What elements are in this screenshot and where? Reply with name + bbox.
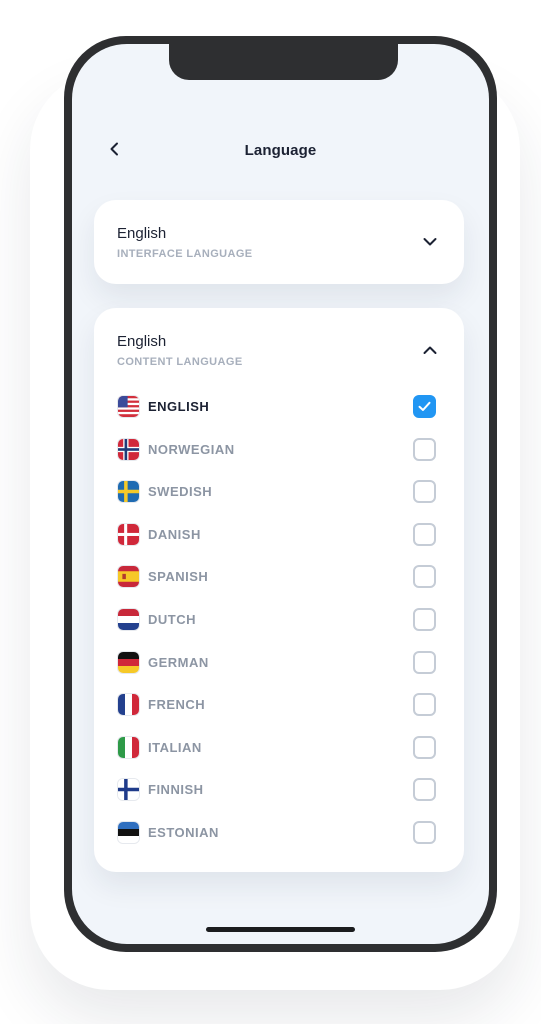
home-indicator: [206, 927, 355, 932]
chevron-up-icon: [423, 346, 437, 354]
language-checkbox[interactable]: [413, 565, 436, 589]
fr-flag-icon: [117, 693, 140, 717]
language-checkbox[interactable]: [413, 522, 436, 546]
interface-language-caption: INTERFACE LANGUAGE: [117, 248, 253, 260]
check-icon: [418, 401, 431, 411]
content-language-caption: CONTENT LANGUAGE: [117, 356, 243, 368]
phone-frame: Language English INTERFACE LANGUAGE Engl…: [64, 36, 497, 952]
page-title: Language: [244, 141, 317, 159]
se-flag-icon: [117, 480, 140, 504]
language-option-italian[interactable]: ITALIAN: [94, 727, 464, 770]
language-option-dutch[interactable]: DUTCH: [94, 599, 464, 642]
chevron-left-icon: [110, 142, 118, 156]
language-option-danish[interactable]: DANISH: [94, 514, 464, 557]
language-label: FRENCH: [148, 697, 206, 713]
ee-flag-icon: [117, 820, 140, 844]
language-label: NORWEGIAN: [148, 441, 235, 457]
language-checkbox[interactable]: [413, 437, 436, 461]
language-checkbox[interactable]: [413, 395, 436, 418]
language-label: SWEDISH: [148, 484, 213, 500]
language-list: ENGLISH NORWEGIAN SWEDISH DANISH SPANISH…: [94, 386, 464, 855]
de-flag-icon: [117, 650, 140, 674]
language-option-english[interactable]: ENGLISH: [94, 386, 464, 429]
language-checkbox[interactable]: [413, 480, 436, 504]
language-checkbox[interactable]: [413, 778, 436, 802]
chevron-down-icon: [423, 238, 437, 246]
content-language-select[interactable]: English CONTENT LANGUAGE: [94, 308, 464, 392]
language-checkbox[interactable]: [413, 650, 436, 674]
es-flag-icon: [117, 565, 140, 589]
language-label: DUTCH: [148, 611, 196, 627]
language-checkbox[interactable]: [413, 607, 436, 631]
language-option-swedish[interactable]: SWEDISH: [94, 471, 464, 514]
no-flag-icon: [117, 437, 140, 461]
dk-flag-icon: [117, 522, 140, 546]
language-label: ENGLISH: [148, 399, 210, 414]
language-checkbox[interactable]: [413, 735, 436, 759]
content-language-value: English: [117, 333, 167, 350]
language-label: ESTONIAN: [148, 824, 219, 840]
nl-flag-icon: [117, 607, 140, 631]
language-option-german[interactable]: GERMAN: [94, 642, 464, 685]
language-option-finnish[interactable]: FINNISH: [94, 769, 464, 812]
back-button[interactable]: [104, 138, 126, 160]
fi-flag-icon: [117, 778, 140, 802]
content-language-card: English CONTENT LANGUAGE ENGLISH NORWEGI…: [94, 308, 464, 872]
it-flag-icon: [117, 735, 140, 759]
page-header: Language: [72, 136, 489, 164]
language-label: DANISH: [148, 526, 201, 542]
phone-notch: [169, 44, 398, 80]
us-flag-icon: [117, 395, 140, 418]
language-option-french[interactable]: FRENCH: [94, 684, 464, 727]
interface-language-card: English INTERFACE LANGUAGE: [94, 200, 464, 284]
language-label: SPANISH: [148, 569, 209, 585]
language-checkbox[interactable]: [413, 693, 436, 717]
app-screen: Language English INTERFACE LANGUAGE Engl…: [72, 44, 489, 944]
interface-language-select[interactable]: English INTERFACE LANGUAGE: [94, 200, 464, 284]
language-option-spanish[interactable]: SPANISH: [94, 556, 464, 599]
language-option-norwegian[interactable]: NORWEGIAN: [94, 429, 464, 472]
language-label: FINNISH: [148, 782, 204, 798]
interface-language-value: English: [117, 225, 167, 242]
language-option-estonian[interactable]: ESTONIAN: [94, 812, 464, 855]
language-label: ITALIAN: [148, 739, 202, 755]
language-checkbox[interactable]: [413, 820, 436, 844]
language-label: GERMAN: [148, 654, 209, 670]
